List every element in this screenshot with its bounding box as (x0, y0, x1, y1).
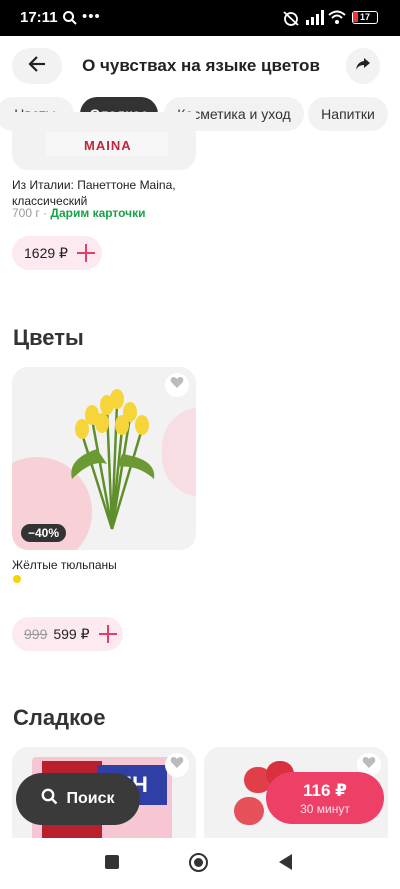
old-price: 999 (24, 626, 48, 642)
share-button[interactable] (346, 48, 380, 84)
add-to-cart-button[interactable]: 999 599 ₽ (12, 617, 123, 651)
share-icon (355, 57, 371, 76)
cart-price: 116 ₽ (303, 781, 347, 800)
arrow-left-icon (28, 55, 46, 77)
product-meta: 700 г · Дарим карточки (12, 206, 146, 220)
discount-badge: −40% (21, 524, 67, 542)
back-button[interactable] (12, 48, 62, 84)
heart-icon (362, 756, 376, 774)
product-name: Жёлтые тюльпаны (12, 558, 117, 572)
tulips-image[interactable]: −40% (12, 367, 196, 550)
heart-icon (170, 376, 184, 394)
alarm-off-icon (282, 10, 300, 31)
battery-icon: 17 (352, 11, 378, 24)
favorite-button[interactable] (165, 373, 189, 397)
favorite-button[interactable] (165, 753, 189, 777)
back-nav-button[interactable] (279, 854, 293, 875)
search-label: Поиск (66, 790, 115, 807)
search-icon (41, 788, 58, 810)
price-value: 599 ₽ (53, 625, 90, 642)
promo-label: Дарим карточки (50, 206, 146, 220)
section-title-flowers: Цветы (13, 325, 84, 350)
home-button[interactable] (189, 853, 208, 872)
tulip-bouquet-illustration (71, 389, 155, 530)
cart-button[interactable]: 116 ₽ 30 минут (266, 772, 384, 824)
product-name: Из Италии: Панеттоне Maina, классический (12, 178, 176, 208)
brand-logo-text: MAINA (84, 138, 132, 153)
recents-button[interactable] (105, 855, 119, 869)
panettone-image[interactable]: MAINA (12, 112, 196, 170)
delivery-time: 30 минут (300, 802, 350, 816)
more-status-icon: ••• (82, 8, 101, 25)
signal-icon (306, 10, 324, 30)
page-title: О чувствах на языке цветов (82, 56, 320, 75)
plus-icon (98, 624, 118, 644)
status-bar: 17:11 ••• 17 (0, 0, 400, 36)
system-navigation-bar (0, 838, 400, 889)
wifi-icon (328, 10, 346, 30)
color-dot (13, 575, 21, 583)
tab-drinks[interactable]: Напитки (308, 97, 388, 131)
add-to-cart-button[interactable]: 1629 ₽ (12, 236, 102, 270)
product-weight: 700 г (12, 206, 40, 220)
search-status-icon (62, 10, 78, 31)
price-value: 1629 ₽ (24, 244, 68, 261)
plus-icon (76, 243, 96, 263)
section-title-sweets: Сладкое (13, 705, 106, 730)
heart-icon (170, 756, 184, 774)
search-button[interactable]: Поиск (16, 773, 140, 825)
status-time: 17:11 (20, 9, 58, 26)
